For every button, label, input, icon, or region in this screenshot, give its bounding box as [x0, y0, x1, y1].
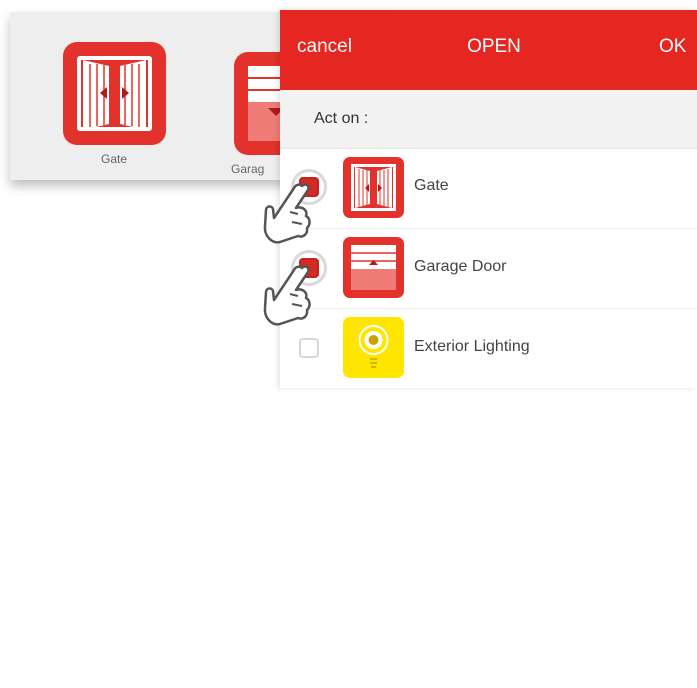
act-on-section: Act on : [280, 90, 697, 149]
item-label: Exterior Lighting [414, 338, 530, 355]
ok-button[interactable]: OK [659, 36, 686, 58]
item-label: Gate [414, 177, 449, 194]
bg-tile-label: Garag [231, 162, 265, 176]
bg-tile-garage[interactable]: Garag [225, 42, 280, 176]
bg-tile-gate[interactable]: Gate [59, 42, 169, 166]
gate-icon [343, 157, 404, 218]
open-action-dialog: cancel OPEN OK Act on : Gate Garage Door… [280, 10, 697, 388]
bg-tile-label: Gate [100, 152, 127, 166]
garage-door-icon [234, 52, 280, 155]
act-on-label: Act on : [314, 110, 369, 127]
gate-icon [62, 42, 166, 145]
exterior-lighting-checkbox[interactable] [299, 338, 319, 358]
list-item-garage-door[interactable]: Garage Door [280, 229, 697, 309]
list-item-gate[interactable]: Gate [280, 149, 697, 229]
pointing-hand-icon [263, 183, 311, 244]
list-item-exterior-lighting[interactable]: Exterior Lighting [280, 309, 697, 388]
garage-door-icon [343, 237, 404, 298]
light-bulb-icon [343, 317, 404, 378]
pointing-hand-icon [263, 265, 311, 326]
item-label: Garage Door [414, 258, 507, 275]
dialog-header: cancel OPEN OK [280, 10, 697, 90]
dialog-title: OPEN [467, 36, 521, 57]
